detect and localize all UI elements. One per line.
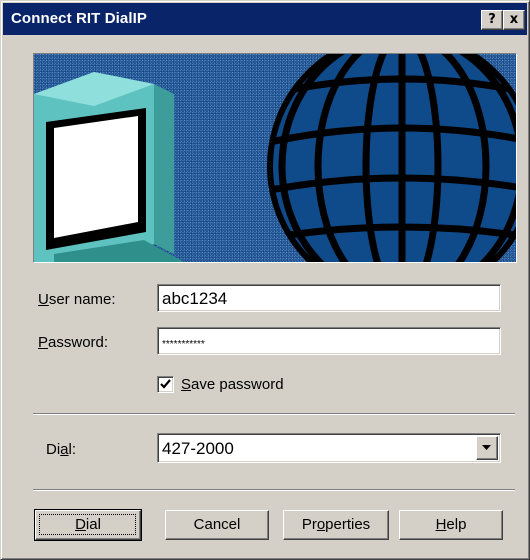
close-icon: x bbox=[509, 12, 519, 27]
question-mark-icon: ? bbox=[488, 12, 496, 27]
title-help-button[interactable]: ? bbox=[481, 10, 503, 30]
chevron-down-icon bbox=[482, 445, 491, 450]
properties-button[interactable]: Properties bbox=[283, 510, 389, 540]
dial-button[interactable]: Dial bbox=[34, 509, 142, 541]
connection-banner-image bbox=[33, 53, 517, 263]
save-password-label[interactable]: Save password bbox=[181, 376, 284, 393]
dial-dropdown-button[interactable] bbox=[476, 436, 498, 460]
username-input[interactable]: abc1234 bbox=[157, 284, 501, 312]
checkmark-icon bbox=[160, 379, 171, 389]
dial-number-select[interactable]: 427-2000 bbox=[157, 433, 501, 463]
save-password-checkbox[interactable] bbox=[157, 376, 174, 393]
username-label: User name: bbox=[38, 291, 116, 308]
password-value: *********** bbox=[162, 339, 205, 350]
password-input[interactable]: *********** bbox=[157, 327, 501, 355]
monitor-globe-illustration bbox=[34, 54, 516, 262]
username-value: abc1234 bbox=[162, 289, 228, 308]
separator-top bbox=[33, 413, 515, 415]
title-bar[interactable]: Connect RIT DialIP ? x bbox=[3, 3, 527, 35]
dial-number-value: 427-2000 bbox=[162, 439, 234, 458]
dialog-window: Connect RIT DialIP ? x User name: abc123… bbox=[0, 0, 530, 560]
password-label: Password: bbox=[38, 334, 109, 351]
title-close-button[interactable]: x bbox=[503, 10, 525, 30]
cancel-button[interactable]: Cancel bbox=[165, 510, 269, 540]
help-button[interactable]: Help bbox=[399, 510, 503, 540]
window-title: Connect RIT DialIP bbox=[11, 10, 147, 27]
separator-bottom bbox=[33, 489, 515, 491]
focus-rectangle bbox=[39, 514, 136, 535]
dial-label: Dial: bbox=[46, 441, 77, 458]
